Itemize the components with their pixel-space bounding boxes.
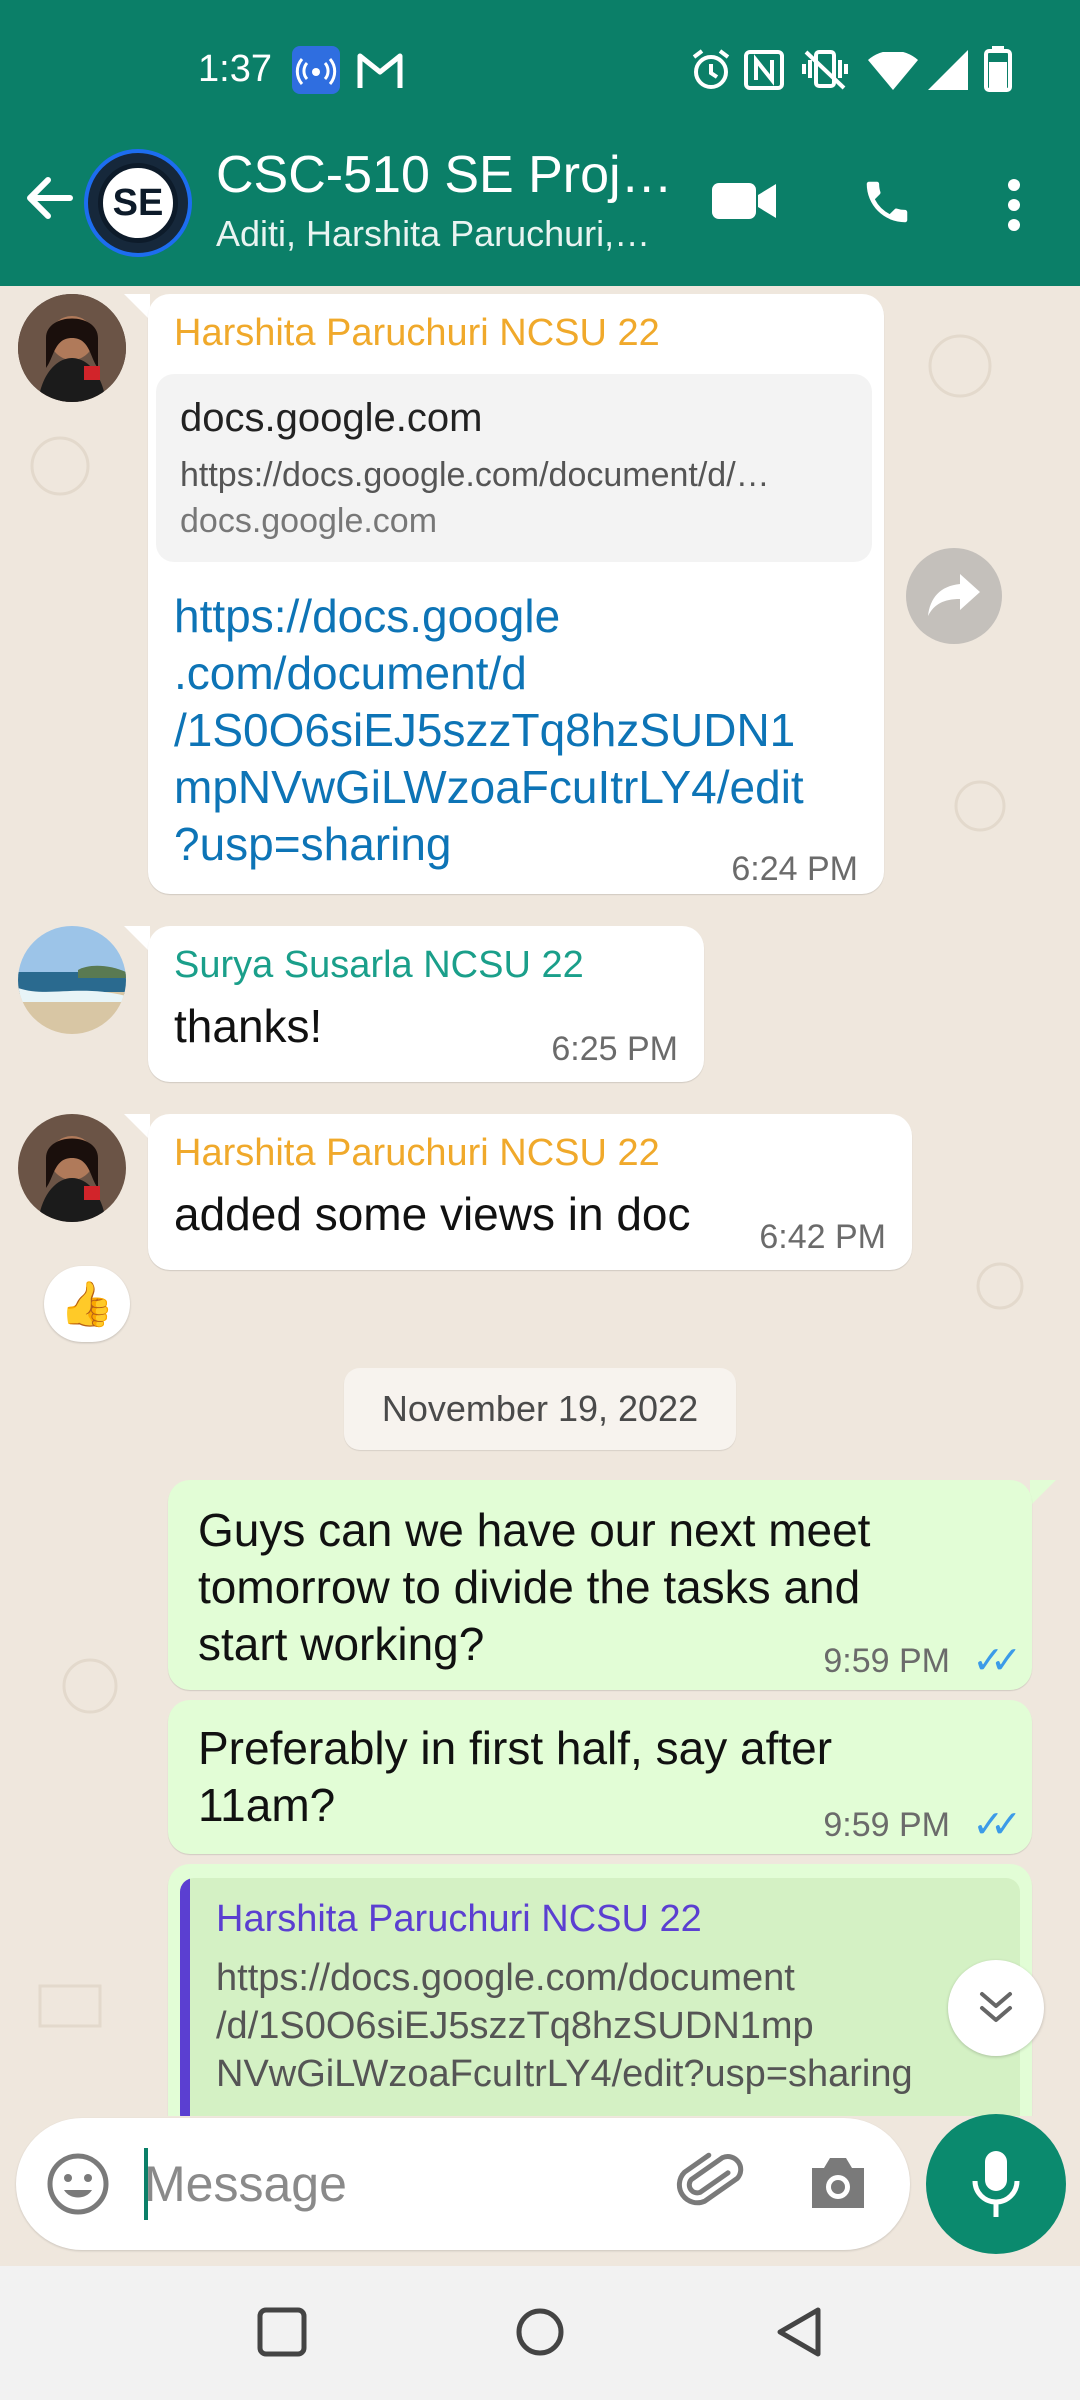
bubble-tail [124, 926, 150, 952]
vibrate-icon [800, 48, 850, 97]
chat-title[interactable]: CSC-510 SE Proj… [216, 145, 673, 205]
microphone-icon [972, 2151, 1020, 2217]
top-bar: 1:37 SE CSC-510 SE Proj… Aditi, Harshita… [0, 0, 1080, 286]
reaction-badge[interactable]: 👍 [44, 1266, 130, 1342]
group-avatar[interactable]: SE [84, 149, 192, 257]
preview-domain: docs.google.com [180, 502, 438, 540]
message-bubble[interactable]: Harshita Paruchuri NCSU 22 added some vi… [148, 1114, 912, 1270]
quote-bar [180, 1878, 190, 2116]
video-call-icon[interactable] [712, 179, 776, 228]
scroll-to-bottom-button[interactable] [948, 1960, 1044, 2056]
sender-name: Surya Susarla NCSU 22 [174, 944, 584, 986]
message-text: Preferably in first half, say after 11am… [198, 1722, 833, 1831]
back-arrow-icon[interactable] [22, 171, 76, 225]
link-preview[interactable]: docs.google.com https://docs.google.com/… [156, 374, 872, 562]
wifi-icon [868, 50, 918, 95]
back-nav-icon[interactable] [774, 2306, 826, 2363]
app-bar: SE CSC-510 SE Proj… Aditi, Harshita Paru… [0, 135, 1080, 286]
quoted-sender: Harshita Paruchuri NCSU 22 [216, 1898, 702, 1940]
message-time: 6:24 PM [731, 850, 858, 888]
quoted-message[interactable]: Harshita Paruchuri NCSU 22 https://docs.… [180, 1878, 1020, 2116]
message-time: 6:25 PM [551, 1030, 678, 1068]
camera-icon[interactable] [806, 2154, 870, 2217]
signal-icon [928, 50, 968, 95]
message-text: added some views in doc [174, 1188, 691, 1240]
read-receipt-icon: ✓✓ [972, 1804, 1022, 1846]
date-divider: November 19, 2022 [344, 1368, 736, 1450]
outgoing-message-bubble[interactable]: Harshita Paruchuri NCSU 22 https://docs.… [168, 1864, 1032, 2116]
status-time: 1:37 [198, 48, 272, 90]
sender-avatar[interactable] [18, 1114, 126, 1222]
forward-button[interactable] [906, 548, 1002, 644]
chat-messages[interactable]: Harshita Paruchuri NCSU 22 docs.google.c… [0, 286, 1080, 2116]
double-chevron-down-icon [980, 1992, 1012, 2022]
quoted-text: https://docs.google.com/document /d/1S0O… [216, 1957, 913, 2095]
recent-apps-icon[interactable] [256, 2306, 308, 2363]
nfc-icon [744, 50, 784, 95]
outgoing-message-bubble[interactable]: Preferably in first half, say after 11am… [168, 1700, 1032, 1854]
message-time: 9:59 PM [823, 1642, 950, 1680]
gmail-icon [356, 50, 404, 95]
alarm-icon [690, 48, 732, 97]
navigation-bar [0, 2266, 1080, 2400]
attach-icon[interactable] [676, 2148, 746, 2223]
sender-name: Harshita Paruchuri NCSU 22 [174, 1132, 660, 1174]
home-icon[interactable] [514, 2306, 566, 2363]
message-composer [16, 2118, 910, 2250]
hotspot-icon [292, 46, 340, 99]
battery-icon [984, 46, 1012, 97]
voice-call-icon[interactable] [860, 175, 914, 234]
group-avatar-text: SE [98, 163, 178, 243]
message-input[interactable] [144, 2152, 664, 2216]
message-text: Guys can we have our next meet tomorrow … [198, 1504, 871, 1670]
message-bubble[interactable]: Surya Susarla NCSU 22 thanks! 6:25 PM [148, 926, 704, 1082]
more-options-icon[interactable] [1004, 177, 1024, 238]
message-text: thanks! [174, 1000, 323, 1052]
sender-name: Harshita Paruchuri NCSU 22 [174, 312, 660, 354]
message-link[interactable]: https://docs.google .com/document/d /1S0… [174, 588, 804, 873]
bubble-tail [124, 294, 150, 320]
message-time: 9:59 PM [823, 1806, 950, 1844]
preview-url: https://docs.google.com/document/d/… [180, 456, 770, 494]
chat-participants[interactable]: Aditi, Harshita Paruchuri,… [216, 213, 650, 255]
bubble-tail [1030, 1480, 1056, 1506]
forward-icon [928, 574, 980, 616]
voice-message-button[interactable] [926, 2114, 1066, 2254]
emoji-icon[interactable] [46, 2152, 110, 2221]
sender-avatar[interactable] [18, 926, 126, 1034]
message-time: 6:42 PM [759, 1218, 886, 1256]
bubble-tail [124, 1114, 150, 1140]
outgoing-message-bubble[interactable]: Guys can we have our next meet tomorrow … [168, 1480, 1032, 1690]
message-bubble[interactable]: Harshita Paruchuri NCSU 22 docs.google.c… [148, 294, 884, 894]
status-bar: 1:37 [0, 0, 1080, 135]
read-receipt-icon: ✓✓ [972, 1640, 1022, 1682]
preview-title: docs.google.com [180, 396, 483, 440]
sender-avatar[interactable] [18, 294, 126, 402]
